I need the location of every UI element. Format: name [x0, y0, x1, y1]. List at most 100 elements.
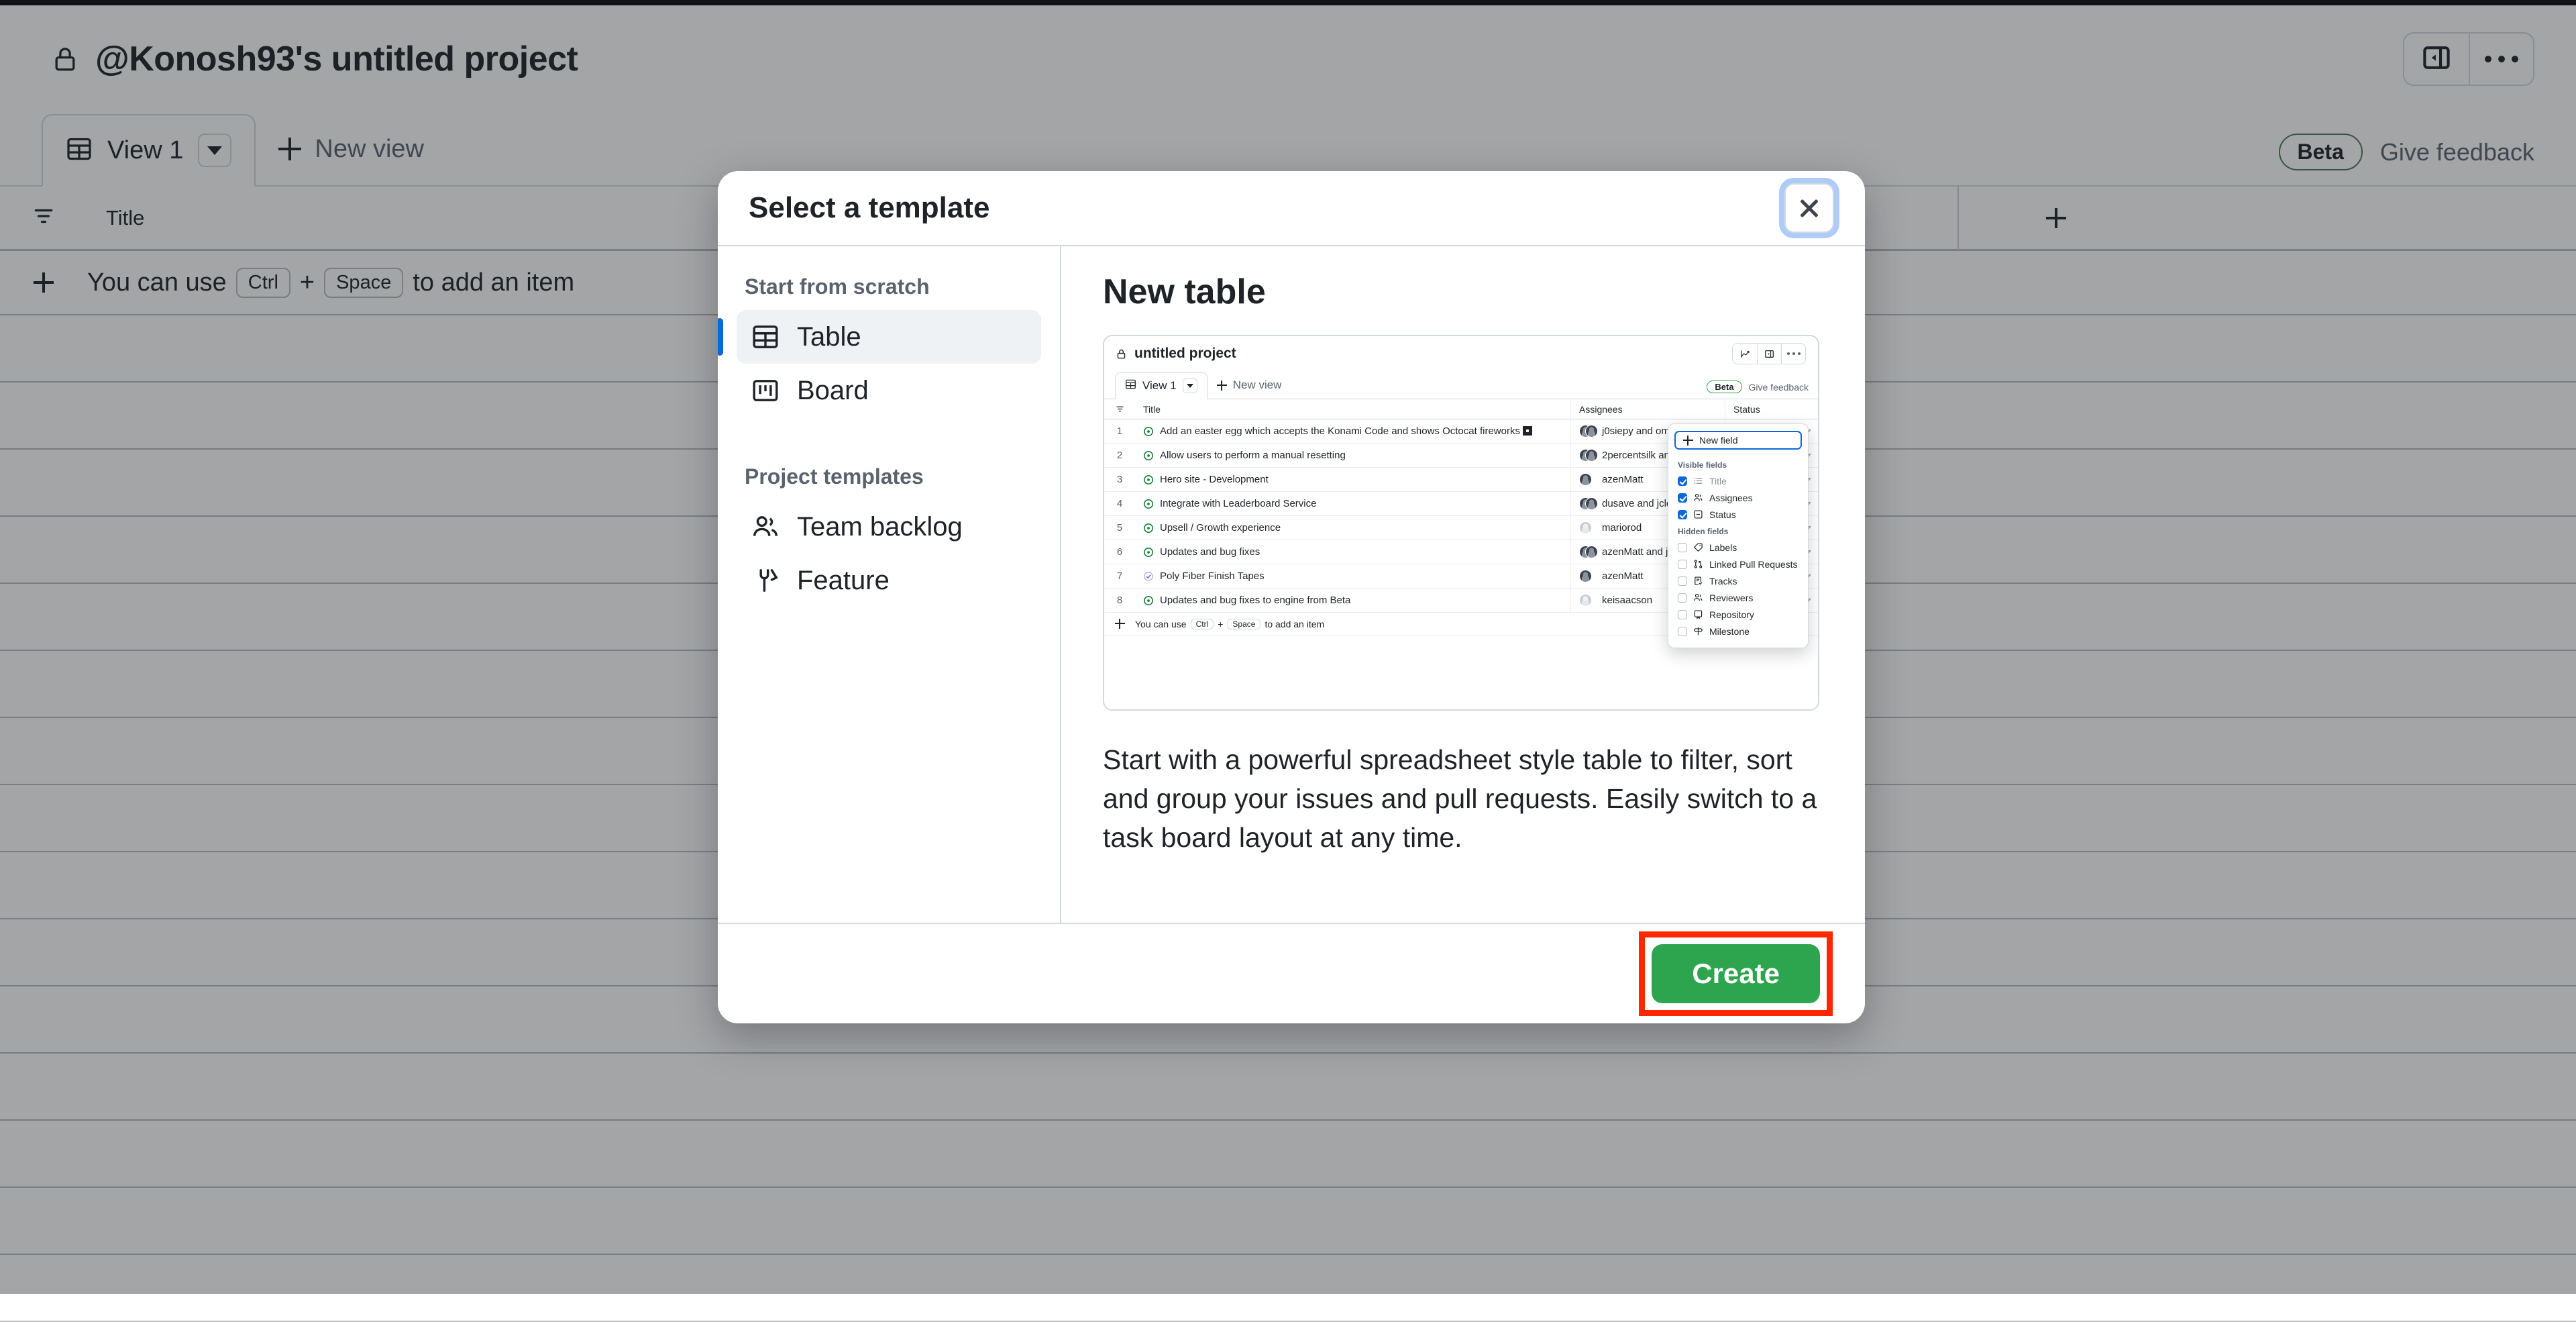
preview-assignee-name: mariorod: [1602, 522, 1642, 533]
issue-open-icon: [1143, 474, 1154, 485]
preview-field-row: Assignees: [1668, 489, 1808, 506]
preview-row-title: Add an easter egg which accepts the Kona…: [1160, 425, 1532, 437]
avatar: [1579, 425, 1597, 438]
preview-new-field-button: New field: [1674, 431, 1802, 450]
preview-row-title: Poly Fiber Finish Tapes: [1160, 570, 1265, 582]
preview-row-title: Upsell / Growth experience: [1160, 522, 1281, 533]
preview-cell-title: Poly Fiber Finish Tapes: [1135, 564, 1571, 589]
checkbox-unchecked-icon: [1678, 593, 1687, 603]
preview-field-row: Milestone: [1668, 623, 1808, 640]
sidebar-item-feature[interactable]: Feature: [737, 554, 1041, 607]
avatar: [1579, 546, 1597, 558]
preview-field-row: Tracks: [1668, 572, 1808, 589]
issue-open-icon: [1143, 523, 1154, 533]
preview-cell-title: Add an easter egg which accepts the Kona…: [1135, 419, 1571, 444]
preview-field-label: Status: [1709, 509, 1736, 520]
board-icon: [751, 376, 780, 405]
preview-hint-prefix: You can use: [1135, 619, 1187, 629]
preview-field-label: Title: [1709, 476, 1727, 487]
preview-visible-fields-list: Title Assignees Status: [1668, 472, 1808, 523]
preview-assignee-name: azenMatt: [1602, 474, 1644, 485]
scratch-heading: Start from scratch: [737, 274, 1041, 299]
preview-row-title: Hero site - Development: [1160, 474, 1269, 485]
template-detail-panel: New table untitled project: [1061, 246, 1865, 923]
sidebar-item-board[interactable]: Board: [737, 364, 1041, 417]
preview-field-row: Linked Pull Requests: [1668, 556, 1808, 572]
preview-topbar: untitled project: [1104, 336, 1818, 371]
sidebar-item-team-backlog[interactable]: Team backlog: [737, 500, 1041, 554]
plus-icon: [1217, 380, 1227, 391]
preview-toolbar-icons: [1732, 343, 1806, 364]
preview-field-label: Reviewers: [1709, 593, 1753, 603]
preview-field-visibility-menu: New field Visible fields TitleAssigneesS…: [1668, 423, 1809, 648]
checkbox-unchecked-icon: [1678, 576, 1687, 586]
create-button[interactable]: Create: [1652, 944, 1820, 1003]
insights-chart-icon: [1733, 344, 1757, 364]
avatar: [1579, 570, 1597, 582]
preview-row-number: 3: [1104, 474, 1135, 485]
list-icon: [1693, 476, 1703, 486]
preview-row-number: 8: [1104, 595, 1135, 606]
preview-row-number: 7: [1104, 570, 1135, 582]
preview-field-label: Repository: [1709, 609, 1754, 620]
preview-field-label: Tracks: [1709, 576, 1737, 587]
table-icon: [751, 323, 780, 351]
detail-description: Start with a powerful spreadsheet style …: [1103, 740, 1821, 858]
preview-field-label: Labels: [1709, 542, 1737, 553]
checkbox-unchecked-icon: [1678, 560, 1687, 569]
avatar: [1579, 521, 1597, 534]
preview-row-title: Updates and bug fixes: [1160, 546, 1260, 558]
preview-new-view-button: New view: [1208, 372, 1291, 399]
preview-give-feedback-link: Give feedback: [1749, 382, 1809, 393]
sidebar-item-table[interactable]: Table: [737, 310, 1041, 364]
preview-field-label: Linked Pull Requests: [1709, 559, 1798, 570]
template-sidebar: Start from scratch Table: [718, 246, 1061, 923]
preview-cell-title: Upsell / Growth experience: [1135, 516, 1571, 540]
checkbox-unchecked-icon: [1678, 543, 1687, 552]
milestone-icon: [1693, 626, 1703, 636]
preview-row-title: Allow users to perform a manual resettin…: [1160, 450, 1346, 461]
sidebar-item-board-label: Board: [797, 376, 869, 406]
people-icon: [1693, 493, 1703, 503]
preview-project-title: untitled project: [1134, 346, 1236, 362]
repo-icon: [1693, 609, 1703, 619]
dialog-title: Select a template: [749, 191, 990, 225]
preview-col-title: Title: [1135, 399, 1571, 419]
preview-kbd-space: Space: [1227, 619, 1260, 629]
create-button-highlight: Create: [1639, 931, 1833, 1016]
people-icon: [751, 513, 780, 541]
checkbox-checked-icon: [1678, 510, 1687, 519]
templates-heading: Project templates: [737, 464, 1041, 489]
close-button[interactable]: [1784, 183, 1834, 233]
issue-open-icon: [1143, 426, 1154, 437]
git-pull-request-icon: [1693, 559, 1703, 569]
tasklist-icon: [1693, 576, 1703, 586]
tools-icon: [751, 566, 780, 595]
preview-status-badge: Beta: [1707, 380, 1741, 393]
issue-open-icon: [1143, 499, 1154, 509]
plus-icon: [1683, 436, 1693, 446]
preview-field-row: Title: [1668, 472, 1808, 489]
preview-feedback-area: Beta Give feedback: [1707, 380, 1809, 393]
dialog-header: Select a template: [718, 171, 1865, 246]
filter-icon: [1104, 405, 1135, 413]
checkbox-unchecked-icon: [1678, 627, 1687, 636]
issue-open-icon: [1143, 450, 1154, 461]
preview-hidden-fields-heading: Hidden fields: [1668, 523, 1808, 539]
preview-view-tab-bar: View 1 New view Beta Give feedback: [1104, 371, 1818, 399]
checkbox-checked-icon: [1678, 476, 1687, 486]
issue-closed-icon: [1143, 571, 1154, 582]
chevron-down-icon: [1183, 378, 1197, 393]
preview-assignee-name: keisaacson: [1602, 595, 1652, 606]
avatar: [1579, 497, 1597, 510]
preview-new-view-label: New view: [1233, 378, 1282, 392]
preview-row-number: 4: [1104, 498, 1135, 509]
preview-new-field-label: New field: [1699, 435, 1738, 446]
preview-row-number: 5: [1104, 522, 1135, 533]
select-template-dialog: Select a template Start from scratch Tab…: [718, 171, 1865, 1023]
preview-field-label: Milestone: [1709, 626, 1750, 637]
preview-cell-title: Updates and bug fixes: [1135, 540, 1571, 564]
preview-tab-label: View 1: [1142, 379, 1177, 393]
sidebar-item-team-backlog-label: Team backlog: [797, 512, 963, 542]
sidebar-toggle-icon: [1757, 344, 1781, 364]
